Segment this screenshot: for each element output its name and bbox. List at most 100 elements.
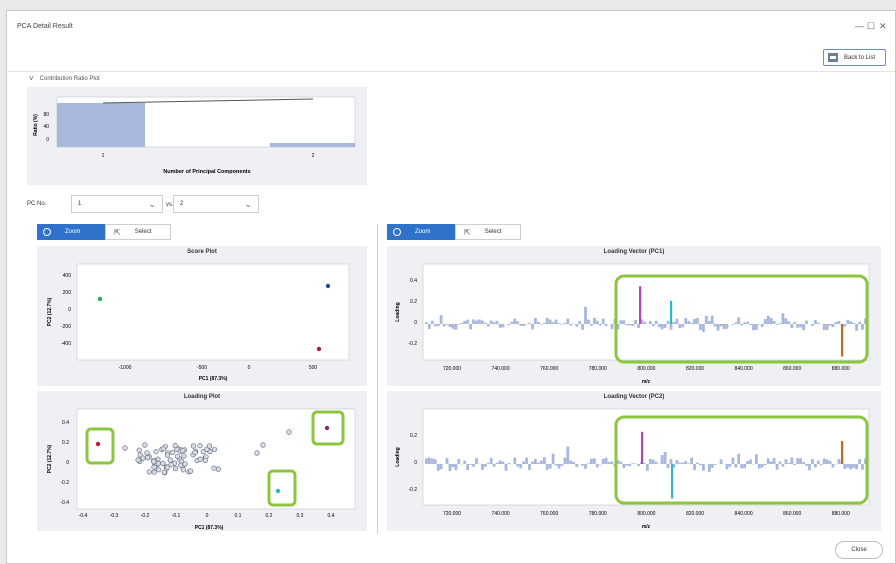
spectrum-bar bbox=[551, 322, 555, 324]
spectrum-bar bbox=[563, 457, 567, 464]
spectrum-bar bbox=[702, 324, 705, 332]
spectrum-bar bbox=[666, 464, 670, 469]
spectrum-bar bbox=[619, 461, 623, 464]
mz-xtick: 780.000 bbox=[589, 366, 607, 372]
maximize-button[interactable]: ☐ bbox=[867, 21, 875, 32]
spectrum-bar bbox=[834, 322, 838, 324]
spectrum-bar bbox=[516, 321, 520, 324]
score-plot-title: Score Plot bbox=[187, 249, 217, 255]
spectrum-bar bbox=[740, 464, 744, 469]
spectrum-bar bbox=[525, 324, 528, 325]
loading-point-grey bbox=[160, 460, 166, 466]
close-button[interactable]: Close bbox=[835, 541, 883, 559]
spectrum-bar bbox=[537, 462, 540, 464]
spectrum-bar bbox=[631, 324, 635, 326]
loading-point-grey bbox=[182, 461, 188, 467]
loading-point-grey bbox=[156, 467, 162, 473]
close-window-button[interactable]: ✕ bbox=[879, 21, 887, 32]
magnifier-icon bbox=[43, 228, 51, 236]
spectrum-bar bbox=[758, 464, 761, 469]
loading-point-grey bbox=[161, 469, 167, 475]
highlight-peak bbox=[639, 286, 642, 324]
spectrum-bar bbox=[749, 324, 752, 325]
contrib-xtick-1: 1 bbox=[102, 153, 105, 159]
spectrum-bar bbox=[534, 318, 537, 324]
spectrum-bar bbox=[793, 464, 797, 466]
spectrum-bar bbox=[628, 464, 632, 467]
spectrum-bar bbox=[790, 457, 794, 464]
mz-xtick: 840.000 bbox=[735, 511, 753, 517]
loading-point-grey bbox=[180, 467, 186, 473]
spectrum-bar bbox=[433, 459, 437, 464]
spectrum-bar bbox=[766, 458, 770, 464]
spectrum-bar bbox=[787, 462, 791, 464]
spectrum-bar bbox=[648, 321, 652, 324]
score-plot[interactable]: Score Plot 400 200 0 -200 -400 -1000 -50… bbox=[37, 246, 367, 386]
loading-xtick: 0.1 bbox=[235, 513, 242, 519]
spectrum-bar bbox=[634, 463, 637, 464]
highlight-peak bbox=[641, 431, 644, 464]
loading-vector-pc1[interactable]: Loading Vector (PC1) 0.4 0.2 0 -0.2 720.… bbox=[387, 246, 881, 386]
spectrum-bar bbox=[584, 306, 587, 324]
spectrum-bar bbox=[719, 324, 723, 327]
spectrum-bar bbox=[805, 464, 808, 466]
pc-second-select[interactable]: 2 ⌄ bbox=[173, 195, 259, 213]
loading-ytick: -0.2 bbox=[60, 480, 69, 486]
spectrum-bar bbox=[457, 324, 461, 325]
spectrum-bar bbox=[725, 464, 729, 470]
left-select-button[interactable]: ⇱ Select bbox=[105, 224, 171, 240]
mz-xtick: 760.000 bbox=[540, 511, 558, 517]
spectrum-bar bbox=[819, 464, 823, 466]
spectrum-bar bbox=[519, 324, 523, 326]
mz-xtick: 860.000 bbox=[783, 511, 801, 517]
pc2-plot-area bbox=[422, 408, 870, 506]
loading-vector-pc2[interactable]: Loading Vector (PC2) 0.2 0 -0.2 720.000 7… bbox=[387, 391, 881, 531]
spectrum-bar bbox=[498, 460, 502, 464]
right-select-label: Select bbox=[484, 229, 502, 235]
spectrum-bar bbox=[710, 464, 714, 468]
spectrum-bar bbox=[498, 324, 502, 328]
contribution-bar-1 bbox=[57, 103, 145, 147]
loading-point-grey bbox=[144, 450, 150, 456]
pc-first-select[interactable]: 1 ⌄ bbox=[71, 195, 163, 213]
spectrum-bar bbox=[666, 320, 670, 324]
right-select-button[interactable]: ⇱ Select bbox=[455, 224, 521, 240]
spectrum-bar bbox=[537, 321, 540, 324]
back-to-list-button[interactable]: Back to List bbox=[823, 49, 886, 66]
mz-xtick: 820.000 bbox=[686, 511, 704, 517]
spectrum-bar bbox=[755, 324, 758, 330]
spectrum-bar bbox=[731, 324, 735, 325]
pc1-title: Loading Vector (PC1) bbox=[603, 249, 665, 255]
left-zoom-button[interactable]: Zoom bbox=[37, 224, 105, 240]
spectrum-bar bbox=[522, 324, 525, 326]
loading-xtick: -0.2 bbox=[141, 513, 150, 519]
contribution-svg: 80 40 0 1 2 Number of Principal Componen… bbox=[33, 96, 356, 175]
loading-plot[interactable]: Loading Plot 0.4 0.2 0 -0.2 -0.4 -0.4 -0.… bbox=[37, 391, 367, 531]
spectrum-bar bbox=[746, 461, 749, 464]
spectrum-bar bbox=[516, 464, 520, 467]
right-zoom-button[interactable]: Zoom bbox=[387, 224, 455, 240]
minimize-button[interactable]: — bbox=[855, 21, 864, 31]
contribution-section-header[interactable]: ˅ Contribution Ratio Plot bbox=[29, 74, 100, 83]
cursor-icon: ⇱ bbox=[464, 227, 471, 237]
contrib-ytick-0: 0 bbox=[46, 137, 49, 143]
spectrum-bar bbox=[463, 460, 467, 464]
spectrum-bar bbox=[504, 464, 508, 471]
spectrum-bar bbox=[548, 464, 552, 469]
magnifier-icon bbox=[393, 228, 401, 236]
spectrum-bar bbox=[758, 324, 761, 325]
highlight-peak bbox=[841, 441, 844, 464]
spectrum-bar bbox=[669, 459, 673, 464]
loading-point-grey bbox=[172, 465, 179, 472]
spectrum-bar bbox=[693, 318, 696, 324]
loading-point-grey bbox=[151, 469, 157, 475]
spectrum-bar bbox=[760, 464, 764, 468]
loading-point-cyan bbox=[275, 488, 281, 494]
spectrum-bar bbox=[743, 322, 746, 324]
pc-first-value: 1 bbox=[78, 201, 82, 207]
spectrum-bar bbox=[743, 464, 746, 469]
spectrum-bar bbox=[486, 324, 490, 327]
spectrum-bar bbox=[740, 324, 744, 326]
spectrum-bar bbox=[787, 321, 791, 324]
loading-point-grey bbox=[142, 442, 148, 448]
